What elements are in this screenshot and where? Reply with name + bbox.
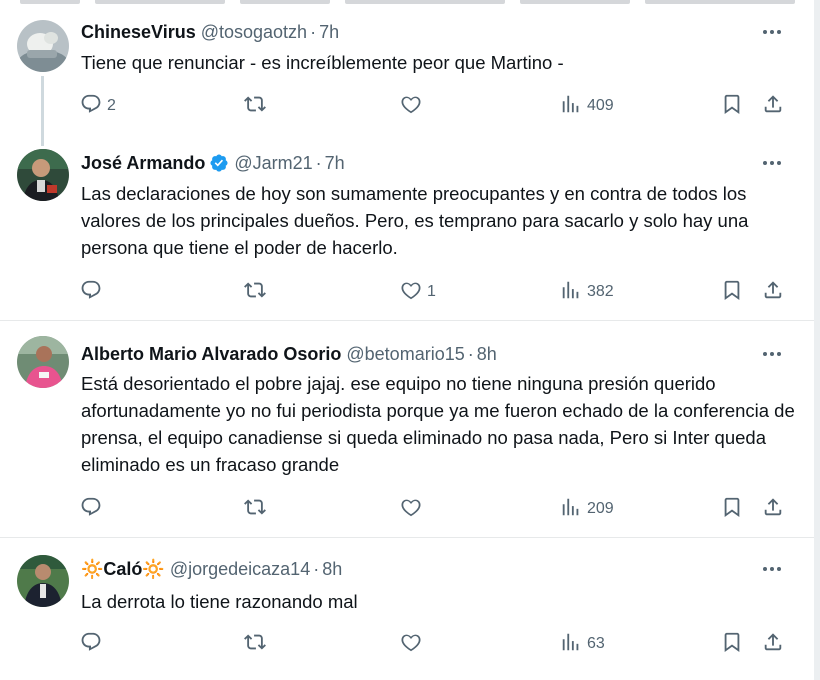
heart-icon [400,93,422,120]
views-count: 409 [587,97,614,114]
views-chart-icon [560,279,582,306]
reply-count: 2 [107,97,116,114]
views-button[interactable]: 382 [560,277,614,307]
share-button[interactable] [762,629,784,659]
share-icon [762,93,784,120]
tweet-text: Está desorientado el pobre jajaj. ese eq… [81,373,795,475]
bookmark-button[interactable] [721,277,743,307]
user-handle[interactable]: @tosogaotzh [201,22,307,43]
tweet-text: La derrota lo tiene razonando mal [81,591,358,612]
reply-icon [80,93,102,120]
separator-dot: · [467,343,474,364]
share-button[interactable] [762,277,784,307]
page-edge [814,0,820,680]
timestamp[interactable]: 8h [477,344,497,365]
share-icon [762,279,784,306]
user-handle[interactable]: @jorgedeicaza14 [170,559,310,580]
like-button[interactable] [400,629,427,659]
views-count: 209 [587,500,614,517]
reply-button[interactable] [80,629,107,659]
reply-icon [80,631,102,658]
like-count: 1 [427,283,436,300]
separator-dot: · [310,21,317,42]
heart-icon [400,496,422,523]
tweet[interactable]: 🔆Caló🔆 @jorgedeicaza14 · 8h La derrota l… [0,539,814,680]
bookmark-icon [721,496,743,523]
bookmark-button[interactable] [721,629,743,659]
retweet-button[interactable] [244,277,271,307]
heart-icon [400,279,422,306]
retweet-button[interactable] [244,494,271,524]
views-count: 63 [587,635,605,652]
share-button[interactable] [762,91,784,121]
views-chart-icon [560,93,582,120]
user-handle[interactable]: @betomario15 [346,344,464,365]
views-count: 382 [587,283,614,300]
views-button[interactable]: 409 [560,91,614,121]
share-icon [762,496,784,523]
retweet-button[interactable] [244,629,271,659]
tweet-actions: 2 409 [0,91,814,121]
reply-button[interactable]: 2 [80,91,116,121]
bookmark-icon [721,631,743,658]
tweet[interactable]: José Armando @Jarm21 · 7h Las declaracio… [0,139,814,321]
timestamp[interactable]: 8h [322,559,342,580]
more-options-icon[interactable] [754,342,790,366]
reply-button[interactable] [80,277,107,307]
display-name[interactable]: ChineseVirus [81,22,196,43]
avatar[interactable] [17,149,69,201]
timestamp[interactable]: 7h [319,22,339,43]
views-chart-icon [560,496,582,523]
verified-badge-icon [209,153,229,173]
display-name[interactable]: 🔆Caló🔆 [81,559,165,580]
bookmark-button[interactable] [721,91,743,121]
views-button[interactable]: 209 [560,494,614,524]
tweet-actions: 63 [0,629,814,659]
bookmark-button[interactable] [721,494,743,524]
tweet-actions: 1 382 [0,277,814,307]
tweet-text: Las declaraciones de hoy son sumamente p… [81,183,749,258]
reply-button[interactable] [80,494,107,524]
retweet-icon [244,631,266,658]
timestamp[interactable]: 7h [325,153,345,174]
share-button[interactable] [762,494,784,524]
views-chart-icon [560,631,582,658]
display-name[interactable]: José Armando [81,153,205,174]
separator-dot: · [313,558,320,579]
avatar[interactable] [17,20,69,72]
bookmark-icon [721,279,743,306]
bookmark-icon [721,93,743,120]
reply-icon [80,279,102,306]
share-icon [762,631,784,658]
heart-icon [400,631,422,658]
tweet-actions: 209 [0,494,814,524]
avatar[interactable] [17,555,69,607]
like-button[interactable] [400,494,427,524]
more-options-icon[interactable] [754,20,790,44]
retweet-icon [244,279,266,306]
more-options-icon[interactable] [754,557,790,581]
like-button[interactable] [400,91,427,121]
reply-icon [80,496,102,523]
views-button[interactable]: 63 [560,629,605,659]
tweet-text: Tiene que renunciar - es increíblemente … [81,52,564,73]
user-handle[interactable]: @Jarm21 [234,153,312,174]
display-name[interactable]: Alberto Mario Alvarado Osorio [81,344,341,365]
like-button[interactable]: 1 [400,277,436,307]
tweet[interactable]: Alberto Mario Alvarado Osorio @betomario… [0,322,814,538]
retweet-button[interactable] [244,91,271,121]
retweet-icon [244,93,266,120]
retweet-icon [244,496,266,523]
avatar[interactable] [17,336,69,388]
tweet[interactable]: ChineseVirus @tosogaotzh · 7h Tiene que … [0,6,814,146]
separator-dot: · [315,152,322,173]
more-options-icon[interactable] [754,151,790,175]
